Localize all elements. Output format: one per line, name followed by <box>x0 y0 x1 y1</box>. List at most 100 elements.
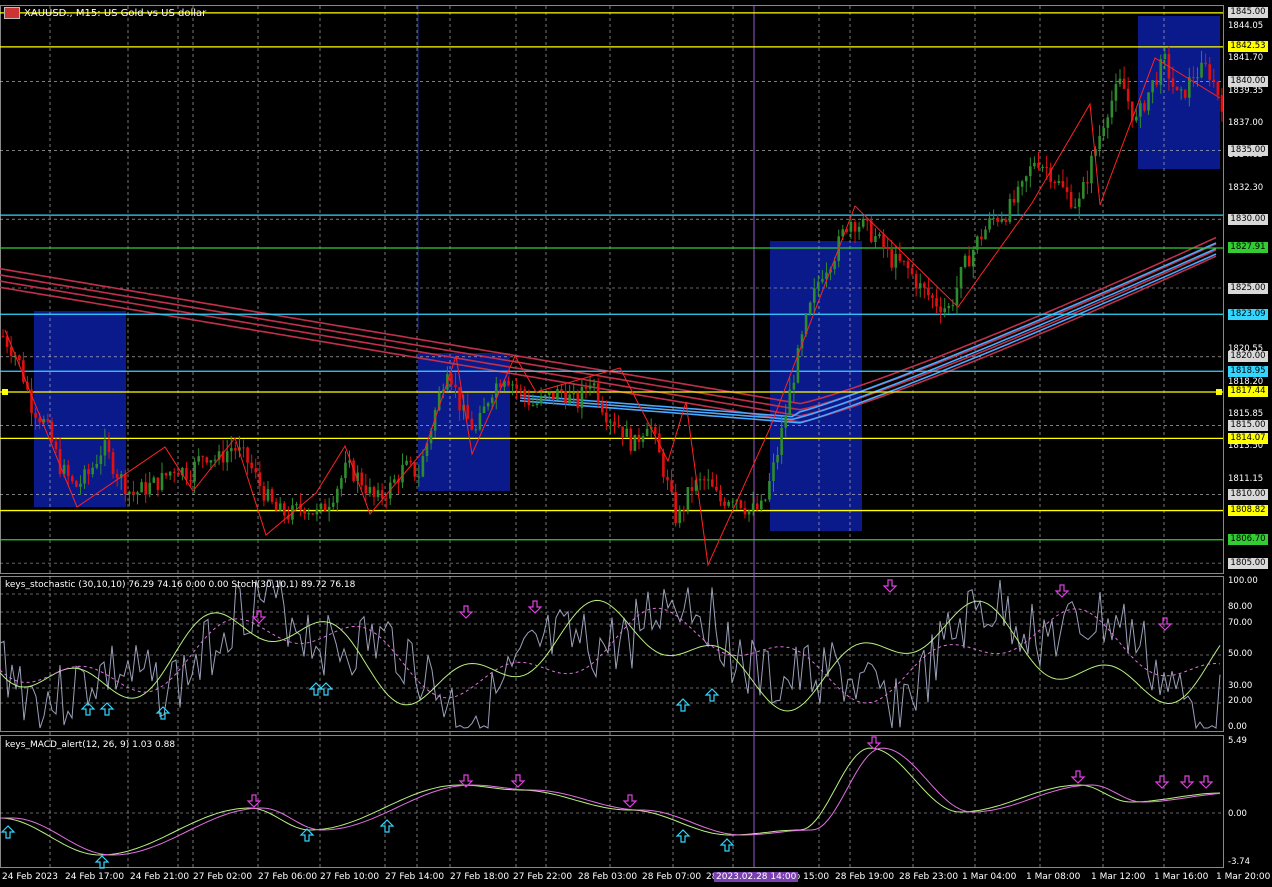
session-box-1 <box>418 353 510 491</box>
candle-body <box>731 501 735 503</box>
candle-body <box>185 467 188 480</box>
candle-body <box>556 389 559 400</box>
chart-window[interactable]: XAUUSD., M15: US Gold vs US dollar keys_… <box>0 0 1272 887</box>
candle-body <box>711 479 714 487</box>
candle-body <box>225 451 229 463</box>
candle-body <box>380 490 384 499</box>
candle-body <box>209 460 213 463</box>
candle-body <box>372 487 376 497</box>
candle-body <box>75 481 78 487</box>
candle-body <box>853 222 857 232</box>
candle-body <box>262 486 266 501</box>
candle-body <box>963 255 967 268</box>
time-label: 1 Mar 16:00 <box>1154 872 1209 882</box>
candle-body <box>609 421 612 423</box>
chart-canvas[interactable] <box>0 0 1272 887</box>
candle-body <box>931 295 934 298</box>
stoch-tick: 100.00 <box>1228 576 1258 586</box>
candle-body <box>1155 80 1158 85</box>
zigzag-line <box>4 57 1221 567</box>
candle-body <box>580 386 584 408</box>
candle-body <box>751 503 755 511</box>
macd-down-arrow-icon <box>1179 775 1195 789</box>
candle-body <box>947 305 951 309</box>
macd-up-arrow-icon <box>299 828 315 842</box>
candle-body <box>132 491 135 495</box>
stoch-down-arrow-icon <box>1054 584 1070 598</box>
candle-body <box>1086 182 1089 184</box>
candle-body <box>144 482 147 495</box>
candle-body <box>547 392 551 395</box>
time-label: 24 Feb 17:00 <box>65 872 125 882</box>
candle-body <box>976 236 979 250</box>
candle-body <box>1200 62 1203 78</box>
macd-up-arrow-icon <box>379 819 395 833</box>
price-marker-left <box>2 388 8 395</box>
candle-body <box>927 287 930 296</box>
candle-body <box>115 473 119 479</box>
price-level-label: 1842.53 <box>1228 41 1268 53</box>
candle-body <box>311 513 315 515</box>
candle-body <box>808 302 812 315</box>
candle-body <box>1053 181 1057 184</box>
candle-body <box>702 479 706 481</box>
session-box-3 <box>1138 16 1220 169</box>
candle-body <box>645 428 649 437</box>
candle-body <box>637 434 641 442</box>
candle-body <box>686 487 690 511</box>
candle-body <box>1139 103 1142 117</box>
candle-body <box>454 384 457 388</box>
stoch-tick: 50.00 <box>1228 649 1253 659</box>
candle-body <box>474 429 478 431</box>
candle-body <box>715 486 718 491</box>
candle-body <box>874 236 877 242</box>
candle-body <box>1179 89 1183 91</box>
candle-body <box>935 297 938 307</box>
candle-body <box>727 502 730 506</box>
time-label: 28 Feb 07:00 <box>642 872 702 882</box>
macd-tick: 5.49 <box>1228 736 1247 746</box>
candle-body <box>376 490 380 497</box>
cursor-time-label: 2023.02.28 14:00 <box>714 872 799 882</box>
candle-body <box>552 392 555 400</box>
candle-body <box>788 389 792 416</box>
time-label: 28 Feb 23:00 <box>899 872 959 882</box>
candle-body <box>1212 79 1216 82</box>
candle-body <box>103 440 107 456</box>
candle-body <box>629 428 633 451</box>
candle-body <box>1192 77 1195 79</box>
candle-body <box>1061 181 1065 188</box>
candle-body <box>303 509 306 514</box>
session-box-2 <box>770 241 862 531</box>
price-level-label: 1840.00 <box>1228 76 1268 88</box>
candle-body <box>160 473 164 490</box>
price-level-label: 1818.95 <box>1228 365 1268 377</box>
candle-body <box>274 501 278 511</box>
candle-body <box>1110 100 1114 118</box>
candle-body <box>980 236 983 240</box>
candle-body <box>409 460 412 463</box>
candle-body <box>878 234 881 237</box>
candle-body <box>201 456 205 458</box>
candle-body <box>560 389 563 392</box>
macd-tick: -3.74 <box>1228 857 1250 867</box>
candle-body <box>172 471 176 473</box>
candle-body <box>507 380 510 386</box>
time-label: 27 Feb 14:00 <box>385 872 445 882</box>
candle-body <box>1004 219 1008 222</box>
candle-body <box>939 306 942 313</box>
candle-body <box>1077 198 1081 207</box>
time-label: 1 Mar 20:00 <box>1216 872 1271 882</box>
candle-body <box>882 234 885 249</box>
candle-body <box>923 283 926 288</box>
candle-body <box>246 447 249 463</box>
stoch-tick: 30.00 <box>1228 681 1253 691</box>
candle-body <box>168 471 172 476</box>
candle-body <box>605 412 608 423</box>
candle-body <box>755 503 759 510</box>
candle-body <box>1114 84 1118 101</box>
candle-body <box>421 456 425 477</box>
candle-body <box>1073 206 1077 208</box>
candle-body <box>405 460 408 465</box>
candle-body <box>1208 64 1211 80</box>
